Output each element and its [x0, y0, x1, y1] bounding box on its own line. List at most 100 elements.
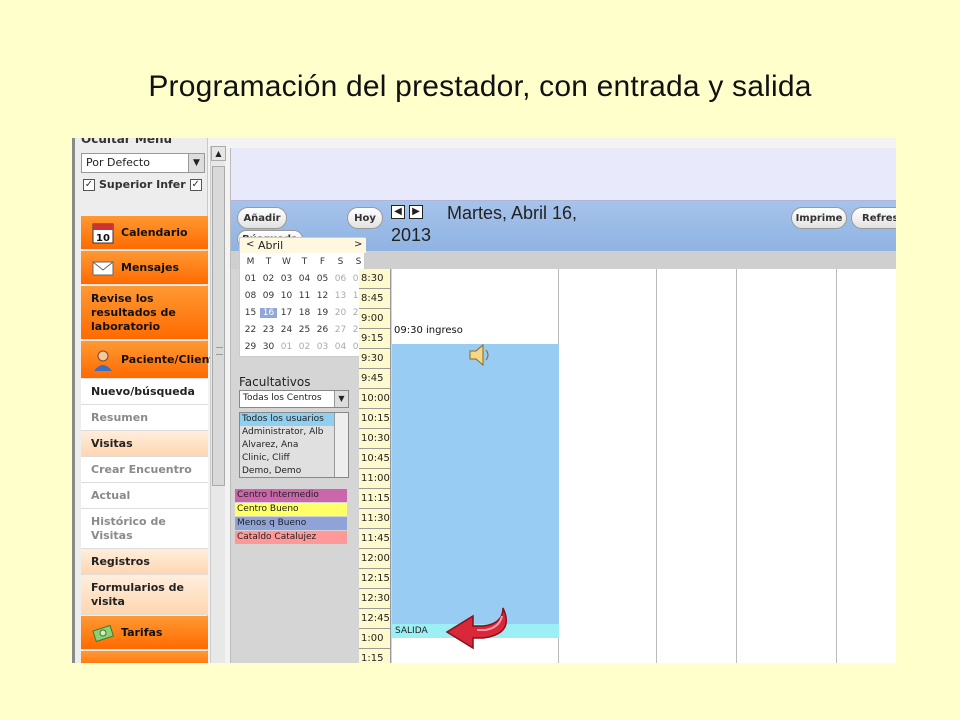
submenu-registros[interactable]: Registros: [81, 549, 208, 575]
calendar-day[interactable]: 20: [332, 308, 349, 318]
scroll-thumb[interactable]: [212, 166, 225, 486]
calendar-day[interactable]: 03: [314, 342, 331, 352]
time-slot-label: 11:30: [359, 509, 390, 529]
calendar-day[interactable]: 11: [296, 291, 313, 301]
menu-item-calendario[interactable]: 10 Calendario: [81, 216, 208, 250]
day-column-5[interactable]: [837, 269, 896, 663]
calendar-day[interactable]: 01: [278, 342, 295, 352]
calendar-day[interactable]: 22: [242, 325, 259, 335]
mini-calendar-header: < Abril >: [240, 238, 366, 253]
submenu-formularios[interactable]: Formularios de visita: [81, 575, 208, 615]
calendar-icon: 10: [92, 223, 114, 244]
time-slot-label: 12:15: [359, 569, 390, 589]
chevron-down-icon[interactable]: ▼: [188, 154, 204, 172]
time-slot-label: 10:00: [359, 389, 390, 409]
calendar-day[interactable]: 15: [242, 308, 259, 318]
time-slot-label: 1:15: [359, 649, 390, 663]
provider-list-scrollbar[interactable]: [334, 413, 348, 477]
checkbox-frame-b[interactable]: ✓: [189, 178, 202, 191]
weekday-label: F: [319, 257, 326, 267]
profile-select[interactable]: Por Defecto ▼: [81, 153, 205, 173]
time-slot-label: 9:15: [359, 329, 390, 349]
calendar-day[interactable]: 10: [278, 291, 295, 301]
checkbox-frame-a[interactable]: ✓: [83, 178, 95, 191]
day-column-4[interactable]: [737, 269, 837, 663]
menu-item-label: Revise los resultados de laboratorio: [91, 291, 176, 333]
add-button[interactable]: Añadir: [237, 207, 287, 229]
menu-item-label: Tarifas: [121, 626, 163, 639]
calendar-day[interactable]: 24: [278, 325, 295, 335]
print-button[interactable]: Imprime: [791, 207, 847, 229]
provider-option[interactable]: Administrator, Alb: [240, 426, 348, 439]
mini-calendar-next[interactable]: >: [354, 239, 362, 250]
calendar-day[interactable]: 08: [242, 291, 259, 301]
category-centro-bueno: Centro Bueno: [235, 503, 347, 516]
category-centro-intermedio: Centro Intermedio: [235, 489, 347, 502]
calendar-day[interactable]: 26: [314, 325, 331, 335]
calendar-day[interactable]: 16: [260, 308, 277, 318]
menu-item-next[interactable]: [81, 651, 208, 663]
submenu-nuevo-busqueda[interactable]: Nuevo/búsqueda: [81, 379, 208, 405]
weekday-label: S: [355, 257, 362, 267]
calendar-day[interactable]: 17: [278, 308, 295, 318]
menu-item-lab-results[interactable]: Revise los resultados de laboratorio: [81, 286, 208, 340]
submenu-actual[interactable]: Actual: [81, 483, 208, 509]
submenu-historico-visitas[interactable]: Histórico de Visitas: [81, 509, 208, 549]
provider-option[interactable]: Clinic, Cliff: [240, 452, 348, 465]
menu-item-paciente[interactable]: Paciente/Cliente: [81, 341, 222, 379]
slide-title: Programación del prestador, con entrada …: [148, 70, 812, 103]
time-slot-label: 10:45: [359, 449, 390, 469]
time-slot-label: 10:30: [359, 429, 390, 449]
frame-option: ✓ Superior Infer ✓: [83, 178, 202, 191]
calendar-day[interactable]: 30: [260, 342, 277, 352]
calendar-day[interactable]: 06: [332, 274, 349, 284]
menu-item-mensajes[interactable]: Mensajes: [81, 251, 208, 285]
appointment-entry-label[interactable]: 09:30 ingreso: [394, 325, 463, 336]
calendar-day[interactable]: 01: [242, 274, 259, 284]
refresh-button[interactable]: Refresc: [851, 207, 896, 229]
calendar-day[interactable]: 05: [314, 274, 331, 284]
provider-option[interactable]: Demo, Demo: [240, 465, 348, 477]
arrow-right-icon[interactable]: ▶: [409, 205, 423, 219]
calendar-day[interactable]: 02: [260, 274, 277, 284]
calendar-day[interactable]: 27: [332, 325, 349, 335]
calendar-day[interactable]: 18: [296, 308, 313, 318]
day-column-2[interactable]: [559, 269, 657, 663]
calendar-day[interactable]: 19: [314, 308, 331, 318]
submenu-resumen[interactable]: Resumen: [81, 405, 208, 431]
provider-list[interactable]: Todos los usuarios Administrator, Alb Al…: [239, 412, 349, 478]
grip-icon: [216, 347, 223, 355]
provider-option[interactable]: Alvarez, Ana: [240, 439, 348, 452]
submenu-crear-encuentro[interactable]: Crear Encuentro: [81, 457, 208, 483]
calendar-day[interactable]: 12: [314, 291, 331, 301]
submenu-label: Formularios de visita: [91, 580, 185, 608]
top-bar: [231, 148, 896, 201]
mini-calendar: < Abril > MTWTFSS01020304050607080910111…: [239, 237, 366, 357]
time-slot-label: 11:15: [359, 489, 390, 509]
calendar-day[interactable]: 09: [260, 291, 277, 301]
today-button[interactable]: Hoy: [347, 207, 383, 229]
calendar-day[interactable]: 03: [278, 274, 295, 284]
calendar-day[interactable]: 13: [332, 291, 349, 301]
calendar-day[interactable]: 04: [332, 342, 349, 352]
hide-menu-link[interactable]: Ocultar Menu: [81, 138, 172, 146]
menu-item-tarifas[interactable]: Tarifas: [81, 616, 208, 650]
scroll-up-icon[interactable]: ▲: [211, 146, 226, 161]
calendar-day[interactable]: 25: [296, 325, 313, 335]
calendar-day[interactable]: 02: [296, 342, 313, 352]
calendar-day[interactable]: 23: [260, 325, 277, 335]
menu-scrollbar[interactable]: ▲: [210, 146, 226, 663]
appointment-block[interactable]: [392, 344, 559, 624]
weekday-label: W: [282, 257, 291, 267]
day-column-3[interactable]: [657, 269, 737, 663]
time-slot-label: 1:00: [359, 629, 390, 649]
provider-option[interactable]: Todos los usuarios: [240, 413, 348, 426]
calendar-day[interactable]: 29: [242, 342, 259, 352]
calendar-day[interactable]: 04: [296, 274, 313, 284]
chevron-down-icon[interactable]: ▼: [334, 391, 348, 407]
submenu-visitas[interactable]: Visitas: [81, 431, 208, 457]
mini-calendar-prev[interactable]: <: [246, 239, 254, 250]
speaker-icon: [469, 343, 489, 367]
center-select[interactable]: Todas los Centros ▼: [239, 390, 349, 408]
arrow-left-icon[interactable]: ◀: [391, 205, 405, 219]
